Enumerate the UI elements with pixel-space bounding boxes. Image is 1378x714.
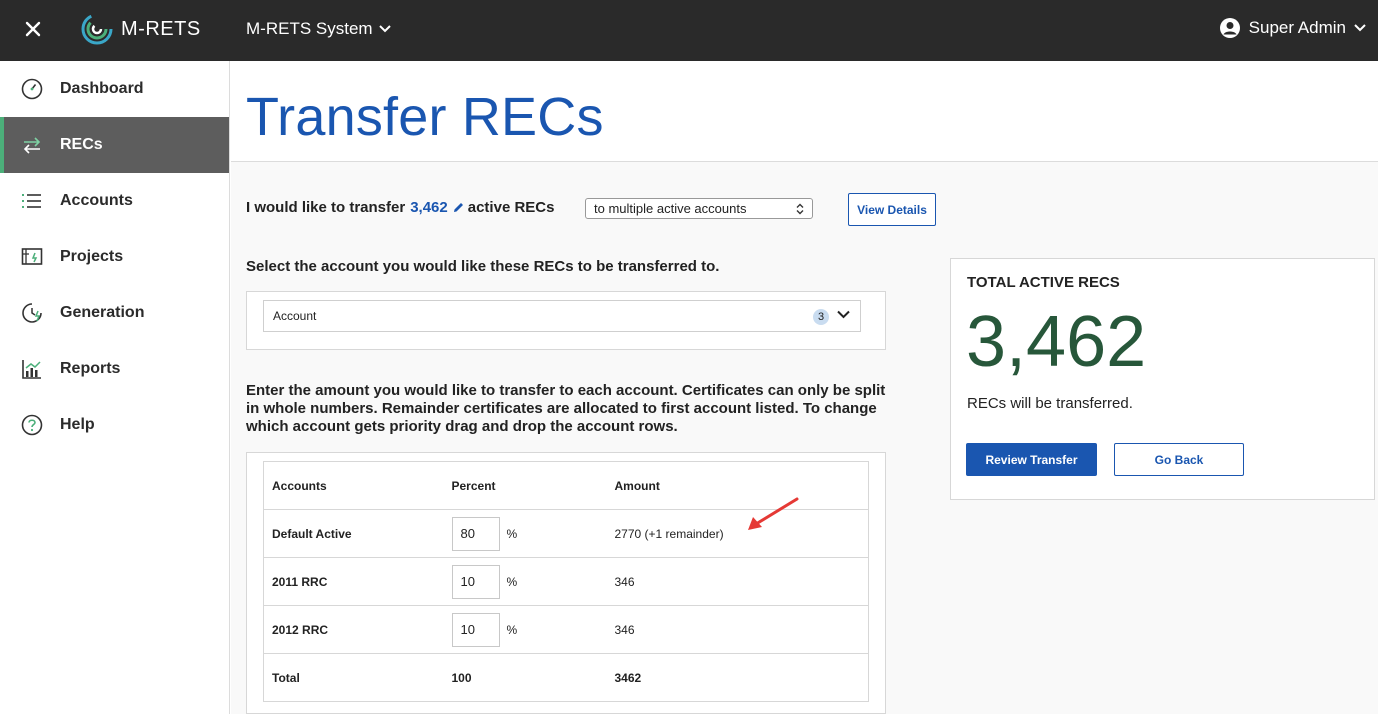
percent-cell: 10%	[451, 605, 615, 654]
list-icon	[20, 189, 44, 213]
transfer-mode-select[interactable]: to multiple active accounts	[585, 198, 813, 219]
sidebar-item-generation[interactable]: Generation	[0, 285, 229, 341]
account-name: 2012 RRC	[263, 605, 452, 654]
table-row[interactable]: 2011 RRC 10% 346	[263, 557, 869, 606]
percent-input[interactable]: 80	[451, 516, 500, 551]
account-name: Default Active	[263, 509, 452, 558]
percent-sign: %	[506, 526, 518, 541]
transfer-mode-value: to multiple active accounts	[594, 201, 747, 216]
sidebar-item-dashboard[interactable]: Dashboard	[0, 61, 229, 117]
percent-sign: %	[506, 622, 518, 637]
sidebar-item-recs[interactable]: RECs	[0, 117, 229, 173]
column-header-accounts: Accounts	[263, 461, 452, 510]
chevron-down-icon	[1354, 24, 1366, 32]
account-name: 2011 RRC	[263, 557, 452, 606]
total-active-recs-card: TOTAL ACTIVE RECS 3,462 RECs will be tra…	[950, 258, 1375, 500]
page-title: Transfer RECs	[246, 87, 604, 147]
transfer-amount-link[interactable]: 3,462	[410, 199, 448, 216]
solar-panel-icon	[20, 245, 44, 269]
sidebar-item-label: Projects	[60, 248, 124, 265]
amount-value: 346	[614, 605, 869, 654]
card-title: TOTAL ACTIVE RECS	[967, 274, 1120, 291]
user-name: Super Admin	[1248, 18, 1346, 37]
percent-sign: %	[506, 574, 518, 589]
brand-name[interactable]: M-RETS	[121, 18, 201, 41]
account-select-label: Select the account you would like these …	[246, 258, 720, 275]
transfer-suffix: active RECs	[467, 199, 555, 216]
sidebar-item-help[interactable]: Help	[0, 397, 229, 453]
sidebar-item-label: Generation	[60, 304, 145, 321]
percent-input[interactable]: 10	[451, 612, 500, 647]
sidebar-item-label: RECs	[60, 136, 103, 153]
column-header-percent: Percent	[451, 461, 615, 510]
user-menu[interactable]: Super Admin	[1219, 17, 1366, 39]
total-percent: 100	[451, 653, 615, 702]
allocation-instructions: Enter the amount you would like to trans…	[246, 382, 886, 435]
total-amount: 3462	[614, 653, 869, 702]
transfer-prefix: I would like to transfer	[246, 199, 406, 216]
selected-count-badge: 3	[813, 309, 829, 325]
account-dropdown-placeholder: Account	[273, 309, 317, 323]
sidebar-item-label: Reports	[60, 360, 121, 377]
percent-cell: 10%	[451, 557, 615, 606]
review-transfer-button[interactable]: Review Transfer	[966, 443, 1097, 476]
select-arrows-icon	[796, 203, 804, 214]
total-recs-value: 3,462	[966, 302, 1147, 382]
go-back-button[interactable]: Go Back	[1114, 443, 1244, 476]
top-bar: M-RETS M-RETS System Super Admin	[0, 0, 1378, 61]
sidebar-item-label: Help	[60, 416, 95, 433]
transfer-summary-line: I would like to transfer 3,462 active RE…	[246, 199, 554, 216]
sidebar-item-reports[interactable]: Reports	[0, 341, 229, 397]
chevron-down-icon	[837, 310, 850, 319]
pencil-icon[interactable]	[452, 201, 465, 214]
table-total-row: Total 100 3462	[263, 653, 869, 702]
account-dropdown[interactable]: Account 3	[263, 300, 861, 332]
annotation-arrow-icon	[748, 497, 799, 530]
system-label: M-RETS System	[246, 19, 373, 38]
clock-bolt-icon	[20, 301, 44, 325]
sidebar-item-label: Dashboard	[60, 80, 144, 97]
transfer-arrows-icon	[20, 133, 44, 157]
percent-input[interactable]: 10	[451, 564, 500, 599]
question-circle-icon	[20, 413, 44, 437]
sidebar: Dashboard RECs Accounts Projects Generat…	[0, 61, 230, 714]
system-selector[interactable]: M-RETS System	[246, 19, 391, 39]
view-details-button[interactable]: View Details	[848, 193, 936, 226]
total-label: Total	[263, 653, 452, 702]
card-subtitle: RECs will be transferred.	[967, 395, 1133, 412]
sidebar-item-accounts[interactable]: Accounts	[0, 173, 229, 229]
table-row[interactable]: 2012 RRC 10% 346	[263, 605, 869, 654]
percent-cell: 80%	[451, 509, 615, 558]
m-rets-logo-icon[interactable]	[80, 12, 114, 46]
user-avatar-icon	[1219, 18, 1240, 38]
close-icon[interactable]	[22, 18, 44, 40]
speedometer-icon	[20, 77, 44, 101]
sidebar-item-label: Accounts	[60, 192, 133, 209]
sidebar-item-projects[interactable]: Projects	[0, 229, 229, 285]
bar-chart-icon	[20, 357, 44, 381]
amount-value: 346	[614, 557, 869, 606]
chevron-down-icon	[378, 25, 391, 33]
